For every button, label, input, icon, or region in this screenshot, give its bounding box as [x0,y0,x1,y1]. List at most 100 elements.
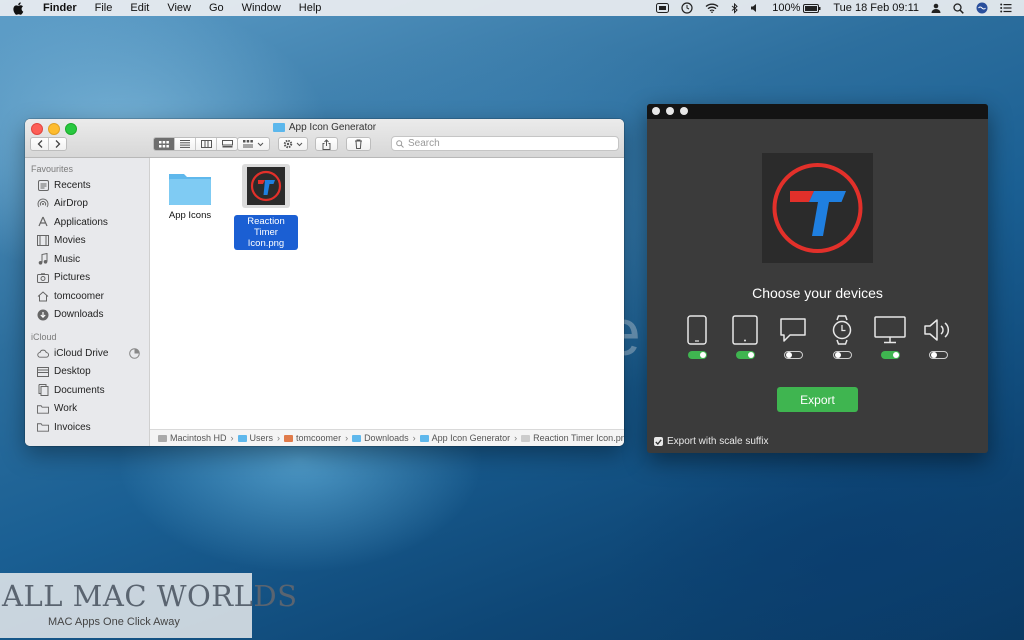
action-button[interactable] [278,137,308,151]
bluetooth-icon[interactable] [731,2,738,14]
close-button[interactable] [652,107,660,115]
path-item-tomcoomer[interactable]: tomcoomer [284,433,341,443]
column-view-icon [200,140,212,148]
sidebar-item-invoices[interactable]: Invoices [25,418,149,437]
folder-icon [237,434,247,442]
user-icon[interactable] [931,3,941,13]
file-item-reaction-timer-icon[interactable]: Reaction Timer Icon.png [234,164,298,250]
sidebar-item-label: Pictures [54,272,91,284]
sidebar-item-work[interactable]: Work [25,400,149,419]
iphone-toggle[interactable] [687,351,707,359]
export-button[interactable]: Export [777,387,858,412]
watch-toggle[interactable] [832,351,852,359]
menu-view[interactable]: View [167,2,191,14]
path-separator: › [345,433,349,443]
gallery-view-button[interactable] [217,138,237,150]
minimize-button[interactable] [666,107,674,115]
reaction-timer-thumbnail-icon [247,167,285,205]
sidebar-item-downloads[interactable]: Downloads [25,306,149,325]
icon-view-icon [159,140,169,147]
battery-status[interactable]: 100% [772,2,821,14]
menu-help[interactable]: Help [299,2,322,14]
delete-button[interactable] [346,137,371,151]
path-item-app-icon-generator[interactable]: App Icon Generator [419,433,511,443]
path-item-downloads[interactable]: Downloads [352,433,409,443]
path-item-macintosh-hd[interactable]: Macintosh HD [158,433,227,443]
sidebar-item-movies[interactable]: Movies [25,232,149,251]
group-button[interactable] [237,137,270,151]
menu-go[interactable]: Go [209,2,224,14]
imessage-toggle[interactable] [783,351,803,359]
clock[interactable]: Tue 18 Feb 09:11 [833,2,919,14]
finder-content: App Icons Reaction Timer Icon.png [150,158,624,429]
watch-icon [825,315,859,345]
documents-icon [37,384,49,397]
list-view-button[interactable] [175,138,196,150]
scale-suffix-checkbox[interactable] [654,437,663,446]
menu-finder[interactable]: Finder [43,2,77,14]
share-button[interactable] [315,137,338,151]
search-field[interactable]: Search [391,136,619,151]
notification-center-icon[interactable] [1000,3,1012,13]
forward-button[interactable] [49,138,66,150]
chevron-down-icon [296,142,303,146]
search-icon [396,139,404,148]
path-item-users[interactable]: Users [237,433,273,443]
file-name-line2: Icon.png [247,238,285,249]
time-machine-icon[interactable] [681,2,693,14]
file-item-app-icons[interactable]: App Icons [160,170,220,221]
share-icon [322,138,331,150]
sidebar-item-icloud-drive[interactable]: iCloud Drive [25,344,149,363]
group-icon [243,140,253,148]
path-item-reaction-timer-icon[interactable]: Reaction Timer Icon.png [521,433,624,443]
scale-suffix-option[interactable]: Export with scale suffix [654,436,769,447]
sidebar-item-label: AirDrop [54,198,88,210]
sidebar-item-desktop[interactable]: Desktop [25,363,149,382]
ipad-toggle[interactable] [735,351,755,359]
sidebar-item-airdrop[interactable]: AirDrop [25,195,149,214]
spotlight-icon[interactable] [953,2,964,14]
device-speaker [921,315,955,365]
window-controls [652,107,694,115]
back-button[interactable] [31,138,49,150]
image-file-icon [521,434,531,442]
path-bar: Macintosh HD › Users › tomcoomer › Downl… [150,429,624,446]
column-view-button[interactable] [196,138,217,150]
file-name-line1: Reaction Timer [247,216,285,238]
speaker-toggle[interactable] [928,351,948,359]
sidebar-item-applications[interactable]: Applications [25,213,149,232]
icon-drop-well[interactable] [762,153,873,263]
sidebar-item-pictures[interactable]: Pictures [25,269,149,288]
sidebar-item-music[interactable]: Music [25,250,149,269]
view-mode-control [153,137,238,151]
sidebar-item-recents[interactable]: Recents [25,176,149,195]
iphone-icon [680,315,714,345]
sidebar-item-home[interactable]: tomcoomer [25,287,149,306]
mac-toggle[interactable] [880,351,900,359]
sidebar-item-documents[interactable]: Documents [25,381,149,400]
downloads-icon [37,309,49,321]
airdrop-icon [37,198,49,210]
path-separator: › [412,433,416,443]
apple-menu-icon[interactable] [11,1,25,15]
wifi-icon[interactable] [705,3,719,13]
menu-window[interactable]: Window [242,2,281,14]
sidebar-item-label: Invoices [54,421,91,433]
icon-view-button[interactable] [154,138,175,150]
menu-file[interactable]: File [95,2,113,14]
zoom-button[interactable] [680,107,688,115]
path-separator: › [230,433,234,443]
finder-window: App Icon Generator Search Favourites Rec… [25,119,624,446]
siri-icon[interactable] [976,2,988,14]
display-icon[interactable] [656,3,670,13]
device-imessage [776,315,810,365]
sidebar-item-label: Recents [54,179,91,191]
volume-icon[interactable] [750,3,760,13]
menu-edit[interactable]: Edit [130,2,149,14]
battery-icon [803,3,821,13]
mac-icon [873,315,907,345]
trash-icon [355,139,362,149]
folder-icon [419,434,429,442]
sidebar-item-label: Documents [54,384,105,396]
path-item-label: App Icon Generator [431,433,511,443]
